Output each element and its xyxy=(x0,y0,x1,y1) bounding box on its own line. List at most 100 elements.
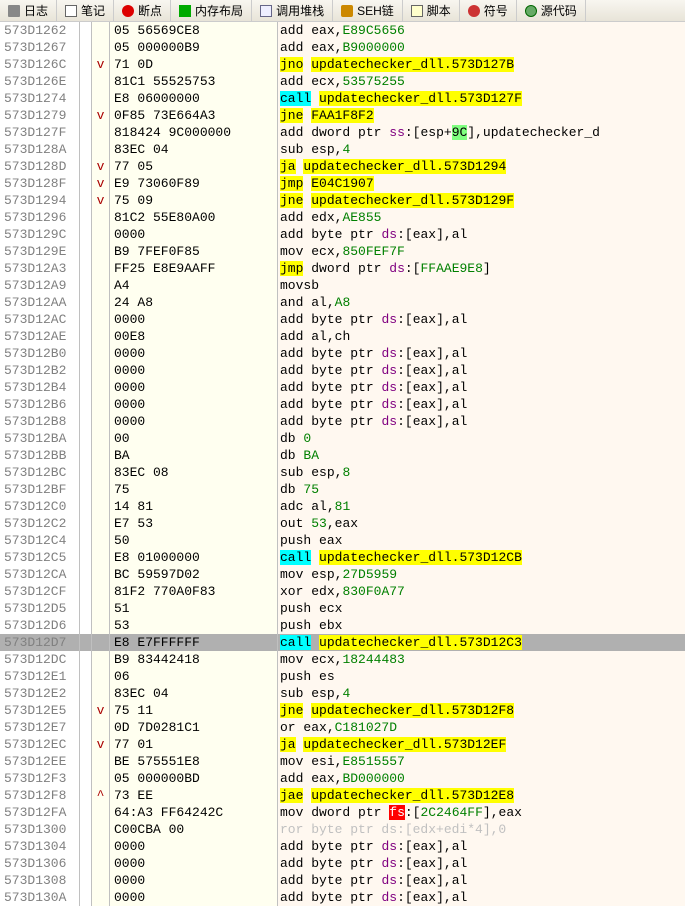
breakpoint-gutter[interactable] xyxy=(80,430,92,447)
tab-seh[interactable]: SEH链 xyxy=(333,0,403,21)
disassembly-row[interactable]: 573D12B40000add byte ptr ds:[eax],al xyxy=(0,379,685,396)
breakpoint-gutter[interactable] xyxy=(80,804,92,821)
breakpoint-gutter[interactable] xyxy=(80,583,92,600)
disassembly-row[interactable]: 573D12DCB9 83442418mov ecx,18244483 xyxy=(0,651,685,668)
breakpoint-gutter[interactable] xyxy=(80,396,92,413)
breakpoint-gutter[interactable] xyxy=(80,498,92,515)
disassembly-row[interactable]: 573D13040000add byte ptr ds:[eax],al xyxy=(0,838,685,855)
disassembly-row[interactable]: 573D12D7E8 E7FFFFFFcall updatechecker_dl… xyxy=(0,634,685,651)
disassembly-row[interactable]: 573D12BF75db 75 xyxy=(0,481,685,498)
tab-symbol[interactable]: 符号 xyxy=(460,0,517,21)
disassembly-row[interactable]: 573D128Dv77 05ja updatechecker_dll.573D1… xyxy=(0,158,685,175)
breakpoint-gutter[interactable] xyxy=(80,447,92,464)
breakpoint-gutter[interactable] xyxy=(80,634,92,651)
tab-breakpoint[interactable]: 断点 xyxy=(114,0,171,21)
disassembly-row[interactable]: 573D12AE00E8add al,ch xyxy=(0,328,685,345)
breakpoint-gutter[interactable] xyxy=(80,413,92,430)
tab-callstack[interactable]: 调用堆栈 xyxy=(252,0,333,21)
disassembly-row[interactable]: 573D13060000add byte ptr ds:[eax],al xyxy=(0,855,685,872)
breakpoint-gutter[interactable] xyxy=(80,668,92,685)
breakpoint-gutter[interactable] xyxy=(80,226,92,243)
disassembly-row[interactable]: 573D128FvE9 73060F89jmp E04C1907 xyxy=(0,175,685,192)
breakpoint-gutter[interactable] xyxy=(80,736,92,753)
disassembly-row[interactable]: 573D12B00000add byte ptr ds:[eax],al xyxy=(0,345,685,362)
breakpoint-gutter[interactable] xyxy=(80,158,92,175)
disassembly-row[interactable]: 573D1279v0F85 73E664A3jne FAA1F8F2 xyxy=(0,107,685,124)
disassembly-row[interactable]: 573D129C0000add byte ptr ds:[eax],al xyxy=(0,226,685,243)
disassembly-row[interactable]: 573D12FA64:A3 FF64242Cmov dword ptr fs:[… xyxy=(0,804,685,821)
disassembly-row[interactable]: 573D12AC0000add byte ptr ds:[eax],al xyxy=(0,311,685,328)
breakpoint-gutter[interactable] xyxy=(80,838,92,855)
breakpoint-gutter[interactable] xyxy=(80,39,92,56)
breakpoint-gutter[interactable] xyxy=(80,277,92,294)
disassembly-row[interactable]: 573D12CABC 59597D02mov esp,27D5959 xyxy=(0,566,685,583)
breakpoint-gutter[interactable] xyxy=(80,719,92,736)
disassembly-row[interactable]: 573D12D653push ebx xyxy=(0,617,685,634)
breakpoint-gutter[interactable] xyxy=(80,294,92,311)
breakpoint-gutter[interactable] xyxy=(80,515,92,532)
breakpoint-gutter[interactable] xyxy=(80,651,92,668)
disassembly-row[interactable]: 573D12BC83EC 08sub esp,8 xyxy=(0,464,685,481)
breakpoint-gutter[interactable] xyxy=(80,770,92,787)
disassembly-row[interactable]: 573D12C450push eax xyxy=(0,532,685,549)
breakpoint-gutter[interactable] xyxy=(80,787,92,804)
breakpoint-gutter[interactable] xyxy=(80,821,92,838)
disassembly-row[interactable]: 573D12C014 81adc al,81 xyxy=(0,498,685,515)
disassembly-row[interactable]: 573D12C2E7 53out 53,eax xyxy=(0,515,685,532)
disassembly-row[interactable]: 573D12B60000add byte ptr ds:[eax],al xyxy=(0,396,685,413)
breakpoint-gutter[interactable] xyxy=(80,107,92,124)
disassembly-row[interactable]: 573D12B20000add byte ptr ds:[eax],al xyxy=(0,362,685,379)
disassembly-row[interactable]: 573D126205 56569CE8add eax,E89C5656 xyxy=(0,22,685,39)
disassembly-row[interactable]: 573D12A9A4movsb xyxy=(0,277,685,294)
disassembly-row[interactable]: 573D1294v75 09jne updatechecker_dll.573D… xyxy=(0,192,685,209)
disassembly-row[interactable]: 573D12E70D 7D0281C1or eax,C181027D xyxy=(0,719,685,736)
disassembly-row[interactable]: 573D1300C00CBA 00ror byte ptr ds:[edx+ed… xyxy=(0,821,685,838)
disassembly-row[interactable]: 573D12B80000add byte ptr ds:[eax],al xyxy=(0,413,685,430)
breakpoint-gutter[interactable] xyxy=(80,345,92,362)
breakpoint-gutter[interactable] xyxy=(80,855,92,872)
breakpoint-gutter[interactable] xyxy=(80,889,92,906)
disassembly-row[interactable]: 573D12EEBE 575551E8mov esi,E8515557 xyxy=(0,753,685,770)
breakpoint-gutter[interactable] xyxy=(80,90,92,107)
breakpoint-gutter[interactable] xyxy=(80,702,92,719)
breakpoint-gutter[interactable] xyxy=(80,243,92,260)
disassembly-row[interactable]: 573D130A0000add byte ptr ds:[eax],al xyxy=(0,889,685,906)
disassembly-row[interactable]: 573D12BBBAdb BA xyxy=(0,447,685,464)
disassembly-row[interactable]: 573D129EB9 7FEF0F85mov ecx,850FEF7F xyxy=(0,243,685,260)
disassembly-row[interactable]: 573D13080000add byte ptr ds:[eax],al xyxy=(0,872,685,889)
breakpoint-gutter[interactable] xyxy=(80,56,92,73)
breakpoint-gutter[interactable] xyxy=(80,753,92,770)
tab-script[interactable]: 脚本 xyxy=(403,0,460,21)
breakpoint-gutter[interactable] xyxy=(80,124,92,141)
disassembly-row[interactable]: 573D12E5v75 11jne updatechecker_dll.573D… xyxy=(0,702,685,719)
tab-memory[interactable]: 内存布局 xyxy=(171,0,252,21)
disassembly-row[interactable]: 573D12F305 000000BDadd eax,BD000000 xyxy=(0,770,685,787)
disassembly-row[interactable]: 573D12E106push es xyxy=(0,668,685,685)
disassembly-row[interactable]: 573D12BA00db 0 xyxy=(0,430,685,447)
breakpoint-gutter[interactable] xyxy=(80,617,92,634)
breakpoint-gutter[interactable] xyxy=(80,175,92,192)
disassembly-row[interactable]: 573D126E81C1 55525753add ecx,53575255 xyxy=(0,73,685,90)
disassembly-row[interactable]: 573D12CF81F2 770A0F83xor edx,830F0A77 xyxy=(0,583,685,600)
tab-note[interactable]: 笔记 xyxy=(57,0,114,21)
disassembly-row[interactable]: 573D12C5E8 01000000call updatechecker_dl… xyxy=(0,549,685,566)
disassembly-row[interactable]: 573D129681C2 55E80A00add edx,AE855 xyxy=(0,209,685,226)
breakpoint-gutter[interactable] xyxy=(80,192,92,209)
breakpoint-gutter[interactable] xyxy=(80,260,92,277)
breakpoint-gutter[interactable] xyxy=(80,600,92,617)
disassembly-row[interactable]: 573D127F818424 9C000000add dword ptr ss:… xyxy=(0,124,685,141)
disassembly-row[interactable]: 573D12D551push ecx xyxy=(0,600,685,617)
disassembly-view[interactable]: 573D126205 56569CE8add eax,E89C5656573D1… xyxy=(0,22,685,906)
disassembly-row[interactable]: 573D12AA24 A8and al,A8 xyxy=(0,294,685,311)
disassembly-row[interactable]: 573D1274E8 06000000call updatechecker_dl… xyxy=(0,90,685,107)
breakpoint-gutter[interactable] xyxy=(80,22,92,39)
disassembly-row[interactable]: 573D128A83EC 04sub esp,4 xyxy=(0,141,685,158)
breakpoint-gutter[interactable] xyxy=(80,872,92,889)
disassembly-row[interactable]: 573D12ECv77 01ja updatechecker_dll.573D1… xyxy=(0,736,685,753)
breakpoint-gutter[interactable] xyxy=(80,464,92,481)
disassembly-row[interactable]: 573D126Cv71 0Djno updatechecker_dll.573D… xyxy=(0,56,685,73)
breakpoint-gutter[interactable] xyxy=(80,549,92,566)
breakpoint-gutter[interactable] xyxy=(80,566,92,583)
disassembly-row[interactable]: 573D126705 000000B9add eax,B9000000 xyxy=(0,39,685,56)
breakpoint-gutter[interactable] xyxy=(80,379,92,396)
